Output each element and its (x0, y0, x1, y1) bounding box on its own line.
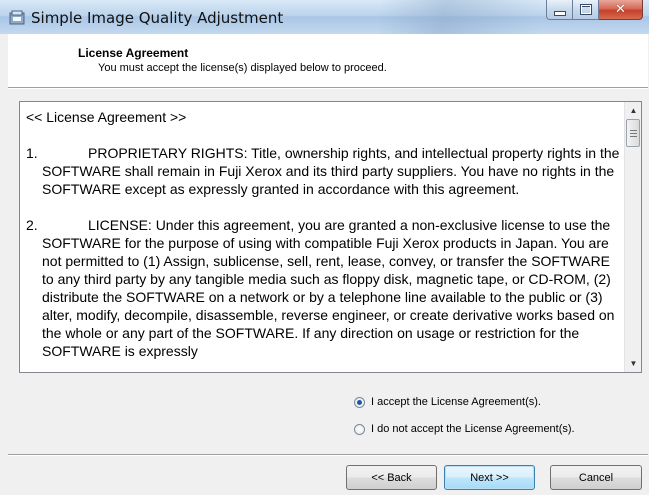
window-title: Simple Image Quality Adjustment (31, 9, 284, 27)
caption-buttons: ✕ (546, 0, 643, 21)
back-button[interactable]: << Back (346, 465, 437, 490)
page-title: License Agreement (78, 46, 189, 60)
installer-icon (9, 10, 25, 25)
license-heading: << License Agreement >> (26, 109, 187, 125)
clause-number: 2. (26, 217, 38, 233)
license-text-area[interactable]: << License Agreement >> 1. PROPRIETARY R… (19, 101, 642, 373)
title-bar-glass (380, 0, 540, 34)
thumb-grip-line (630, 136, 637, 137)
clause-text: PROPRIETARY RIGHTS: Title, ownership rig… (42, 144, 622, 198)
accept-label[interactable]: I accept the License Agreement(s). (371, 396, 541, 408)
cancel-button[interactable]: Cancel (550, 465, 642, 490)
thumb-grip-line (630, 133, 637, 134)
minimize-button[interactable] (546, 0, 573, 20)
close-button[interactable]: ✕ (599, 0, 643, 20)
license-clause: 1. PROPRIETARY RIGHTS: Title, ownership … (26, 144, 622, 198)
header-divider-highlight (8, 88, 648, 89)
installer-window: Simple Image Quality Adjustment ✕ Licens… (0, 0, 649, 495)
maximize-button[interactable] (573, 0, 599, 20)
wizard-header: License Agreement You must accept the li… (8, 34, 648, 87)
accept-option[interactable]: I accept the License Agreement(s). (354, 396, 541, 408)
close-icon: ✕ (615, 2, 626, 17)
thumb-grip-line (630, 130, 637, 131)
clause-text: LICENSE: Under this agreement, you are g… (42, 216, 622, 360)
accept-radio[interactable] (354, 396, 365, 408)
title-bar[interactable]: Simple Image Quality Adjustment ✕ (0, 0, 649, 34)
license-clause: 2. LICENSE: Under this agreement, you ar… (26, 216, 622, 360)
footer-divider-highlight (8, 455, 648, 456)
decline-option[interactable]: I do not accept the License Agreement(s)… (354, 423, 575, 435)
clause-body: PROPRIETARY RIGHTS: Title, ownership rig… (42, 145, 620, 197)
license-content: << License Agreement >> 1. PROPRIETARY R… (26, 108, 622, 378)
clause-body: LICENSE: Under this agreement, you are g… (42, 217, 615, 359)
clause-number: 1. (26, 145, 38, 161)
maximize-icon (579, 4, 592, 15)
scroll-up-arrow-icon[interactable]: ▲ (625, 102, 642, 119)
scroll-down-arrow-icon[interactable]: ▼ (625, 355, 642, 372)
scrollbar-thumb[interactable] (626, 119, 640, 147)
next-button[interactable]: Next >> (444, 465, 535, 490)
minimize-icon (553, 10, 566, 16)
license-scrollbar[interactable]: ▲ ▼ (624, 102, 641, 372)
page-subtitle: You must accept the license(s) displayed… (98, 62, 387, 74)
decline-label[interactable]: I do not accept the License Agreement(s)… (371, 423, 575, 435)
decline-radio[interactable] (354, 423, 365, 435)
